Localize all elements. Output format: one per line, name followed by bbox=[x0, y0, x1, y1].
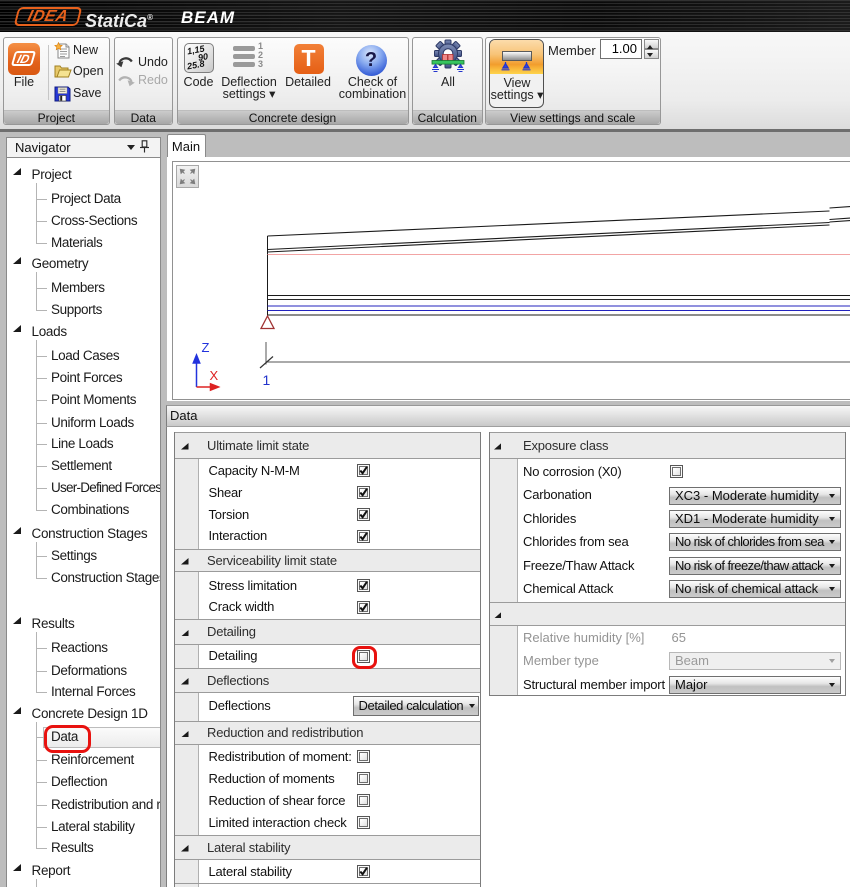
svg-text:Z: Z bbox=[201, 340, 209, 355]
svg-text:1: 1 bbox=[262, 372, 270, 388]
svg-text:X: X bbox=[209, 368, 218, 383]
